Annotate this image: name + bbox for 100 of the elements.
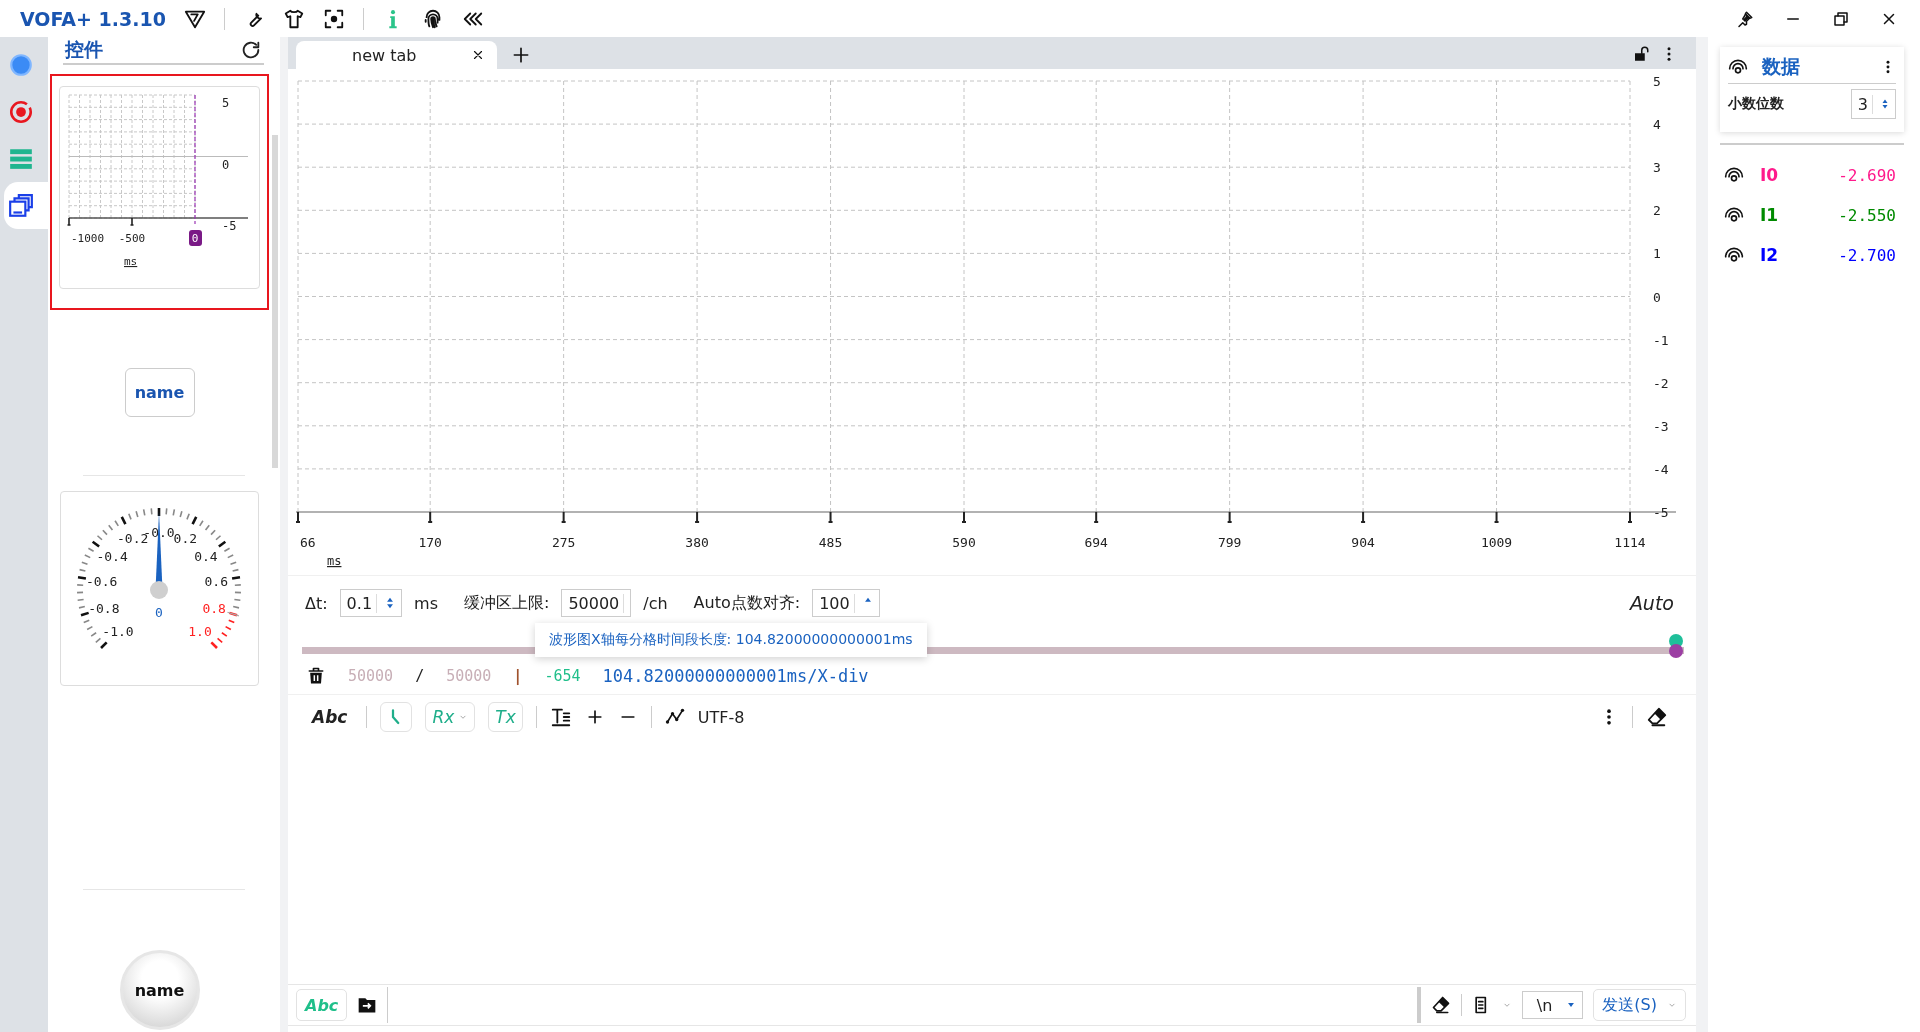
- tick-label: 5: [1653, 74, 1661, 89]
- tick-label: -4: [1653, 461, 1669, 477]
- format-button[interactable]: Abc: [306, 707, 354, 727]
- offset-value: -654: [544, 667, 581, 685]
- divider-text: /: [415, 667, 425, 685]
- refresh-icon[interactable]: [240, 39, 262, 61]
- tick-label: -1: [1653, 332, 1669, 348]
- shirt-icon[interactable]: [282, 7, 305, 30]
- waveform-widget[interactable]: -1000 -500 0 ms 5 0 -5: [59, 86, 260, 289]
- widget-frame[interactable]: name: [50, 310, 269, 475]
- channel-name[interactable]: I0: [1760, 165, 1779, 185]
- tick-label: 5: [222, 96, 230, 110]
- send-button[interactable]: 发送(S): [1593, 989, 1686, 1021]
- gauge-hub: [150, 581, 168, 599]
- close-icon[interactable]: [471, 48, 485, 62]
- tab-label[interactable]: new tab: [352, 45, 471, 65]
- timestamp-toggle[interactable]: [380, 702, 413, 732]
- sidebar-tab[interactable]: [4, 182, 48, 229]
- gauge-label: -0.8: [88, 600, 120, 616]
- tick-label: -500: [118, 232, 146, 245]
- windows-icon: [8, 192, 34, 219]
- panel-title: 数据: [1762, 54, 1800, 79]
- mode-label[interactable]: Auto: [1629, 592, 1674, 614]
- tooltip: 波形图X轴每分格时间段长度: 104.82000000000001ms: [535, 623, 927, 657]
- file-send-icon[interactable]: [357, 995, 378, 1015]
- eye-icon[interactable]: [1728, 57, 1748, 77]
- field-label: 小数位数: [1728, 95, 1784, 113]
- axis-unit: ms: [124, 255, 138, 268]
- encoding-label[interactable]: UTF-8: [697, 707, 745, 727]
- capture-icon[interactable]: [322, 7, 345, 30]
- tick-label: 4: [1653, 117, 1661, 133]
- unit-label: /ch: [643, 593, 668, 613]
- eye-icon[interactable]: [1724, 205, 1744, 225]
- channel-name[interactable]: I1: [1760, 205, 1779, 225]
- trash-icon[interactable]: [306, 666, 326, 686]
- tick-label: 2: [1653, 203, 1661, 219]
- tick-label: 275: [551, 535, 576, 550]
- tick-label: 590: [952, 535, 976, 550]
- field-label: Auto点数对齐:: [693, 592, 801, 614]
- pin-icon[interactable]: [1736, 9, 1754, 28]
- eraser-icon[interactable]: [1430, 995, 1451, 1015]
- channel-name[interactable]: I2: [1760, 245, 1779, 265]
- tick-label: 380: [685, 535, 709, 550]
- tick-label: -2: [1653, 375, 1669, 391]
- unit-label: ms: [414, 593, 438, 613]
- gauge-label: 0.4: [194, 548, 218, 564]
- widget-frame[interactable]: name: [50, 948, 269, 1032]
- eye-icon[interactable]: [1724, 165, 1744, 185]
- tick-label: -3: [1653, 418, 1669, 434]
- panel-title: 控件: [65, 37, 103, 62]
- channel-value: -2.690: [1838, 165, 1896, 185]
- widget-frame[interactable]: -1000 -500 0 ms 5 0 -5: [50, 74, 269, 310]
- tick-label: 0: [191, 232, 199, 245]
- threshold-line: [226, 611, 240, 617]
- gauge-label: -0.6: [86, 573, 118, 589]
- tick-label: -1000: [71, 232, 105, 245]
- tick-label: 0: [222, 157, 230, 172]
- plus-icon[interactable]: [511, 45, 531, 65]
- tick-label: 170: [418, 535, 442, 550]
- divider-text: |: [513, 667, 523, 685]
- gauge-label: 0.2: [173, 531, 198, 547]
- record-icon: [8, 98, 34, 125]
- buffer-count: 50000: [348, 667, 394, 685]
- channel-value: -2.550: [1838, 205, 1896, 225]
- widget-button[interactable]: name: [124, 368, 195, 417]
- decimals-field[interactable]: 3: [1850, 89, 1896, 119]
- tick-label: 3: [1653, 160, 1661, 176]
- alignment-field[interactable]: 100: [812, 589, 880, 617]
- tick-label: -5: [222, 219, 237, 233]
- scrollbar-thumb[interactable]: [272, 135, 278, 468]
- restore-icon[interactable]: [1832, 9, 1850, 28]
- line-graph-icon[interactable]: [664, 707, 685, 727]
- tick-label: 799: [1217, 535, 1242, 550]
- gauge-label: 0.6: [204, 573, 229, 589]
- app-title: VOFA+ 1.3.10: [20, 7, 166, 30]
- field-label: 缓冲区上限:: [464, 592, 550, 614]
- gauge-label: 1.0: [188, 624, 212, 639]
- gauge-label: -0.4: [96, 548, 128, 564]
- gauge-label: 0.8: [202, 600, 226, 616]
- message-input[interactable]: [387, 987, 1421, 1023]
- tick-label: 694: [1084, 535, 1108, 550]
- gauge-reading: 0: [155, 605, 163, 620]
- buffer-capacity: 50000: [446, 667, 492, 685]
- eraser-icon[interactable]: [1646, 706, 1668, 728]
- buffer-limit-field[interactable]: 50000: [561, 589, 632, 617]
- unlocked-lock-icon[interactable]: [1632, 45, 1650, 63]
- connection-dot-icon: [8, 51, 34, 78]
- tab[interactable]: new tab: [296, 41, 497, 69]
- division-readout: 104.82000000000001ms/X-div: [602, 666, 869, 686]
- tick-label: 1114: [1614, 535, 1646, 550]
- round-button[interactable]: name: [119, 950, 200, 1030]
- text-lines-icon[interactable]: [549, 706, 572, 728]
- eye-icon[interactable]: [1724, 245, 1744, 265]
- slider-thumb[interactable]: [1669, 634, 1683, 648]
- gauge-label: -1.0: [102, 624, 134, 639]
- axis-unit: ms: [327, 554, 342, 568]
- time-step-field[interactable]: 0.1: [339, 589, 403, 617]
- line-ending-dropdown[interactable]: \n: [1521, 991, 1584, 1019]
- tick-label: 904: [1351, 535, 1375, 550]
- tick-label: 485: [818, 535, 843, 550]
